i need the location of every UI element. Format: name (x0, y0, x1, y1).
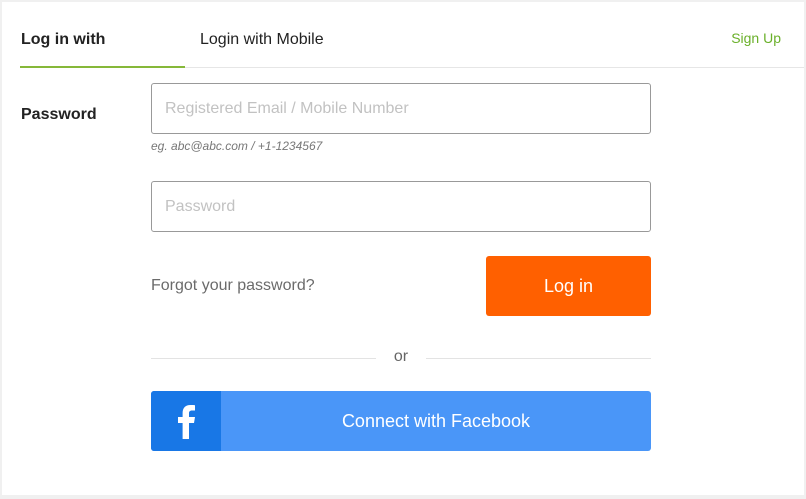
email-mobile-input[interactable] (151, 83, 651, 134)
facebook-icon (151, 391, 221, 451)
divider-line-left (151, 358, 376, 359)
divider-line-right (426, 358, 651, 359)
login-button[interactable]: Log in (486, 256, 651, 316)
tab-login-with-password[interactable]: Log in with Password (20, 2, 185, 123)
login-card: Log in with Password Login with Mobile S… (2, 2, 804, 495)
connect-with-facebook-button[interactable]: Connect with Facebook (151, 391, 651, 451)
login-tabs: Log in with Password Login with Mobile (20, 2, 804, 123)
email-hint-text: eg. abc@abc.com / +1-1234567 (151, 139, 323, 153)
sign-up-link[interactable]: Sign Up (731, 30, 781, 46)
tab-login-with-mobile[interactable]: Login with Mobile (200, 2, 324, 68)
password-input[interactable] (151, 181, 651, 232)
forgot-password-link[interactable]: Forgot your password? (151, 277, 315, 295)
divider-or-text: or (393, 348, 409, 365)
facebook-button-label: Connect with Facebook (341, 411, 531, 431)
